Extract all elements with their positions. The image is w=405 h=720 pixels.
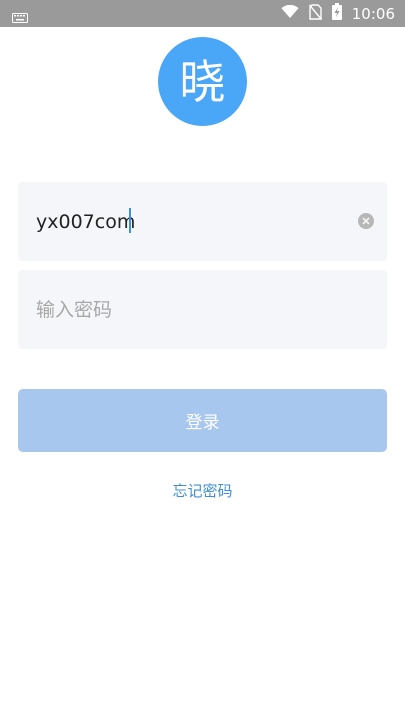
status-icons: 10:06 [281,0,395,27]
text-cursor [129,208,131,233]
login-screen: 10:06 晓 登录 忘记密码 [0,0,405,720]
keyboard-icon [12,8,28,27]
forgot-password-link[interactable]: 忘记密码 [0,480,405,501]
login-button[interactable]: 登录 [18,389,387,452]
battery-charging-icon [331,3,342,24]
clear-icon[interactable] [358,213,374,229]
status-time: 10:06 [351,4,395,23]
account-input[interactable] [36,182,346,261]
password-input[interactable] [36,270,346,349]
logo-text: 晓 [179,54,226,109]
app-logo: 晓 [158,37,247,126]
no-sim-icon [308,3,322,24]
status-bar: 10:06 [0,0,405,27]
wifi-icon [281,4,299,23]
account-field [18,182,387,261]
password-field [18,270,387,349]
